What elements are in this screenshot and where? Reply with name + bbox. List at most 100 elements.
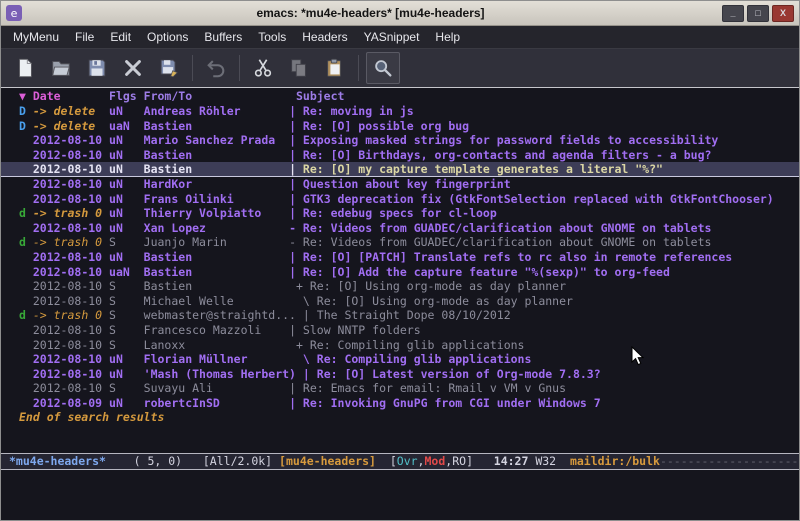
message-row[interactable]: d -> trash 0 uN Thierry Volpiatto | Re: … (1, 206, 799, 221)
date-cell: 2012-08-10 (33, 352, 109, 366)
svg-text:e: e (11, 7, 18, 20)
maximize-button[interactable]: □ (747, 5, 769, 22)
from-cell: Juanjo Marin (144, 235, 289, 249)
save-button[interactable] (81, 53, 113, 83)
flags-cell: uN (109, 192, 144, 206)
menu-tools[interactable]: Tools (250, 28, 294, 46)
close-button[interactable]: X (772, 5, 794, 22)
date-cell: 2012-08-10 (33, 148, 109, 162)
from-cell: Michael Welle (144, 294, 289, 308)
flags-cell: S (109, 308, 144, 322)
from-cell: HardKor (144, 177, 289, 191)
mark-cell (19, 381, 33, 395)
mark-cell: D (19, 119, 33, 133)
minimize-button[interactable]: _ (722, 5, 744, 22)
mark-cell (19, 396, 33, 410)
message-row[interactable]: 2012-08-10 S Michael Welle \ Re: [O] Usi… (1, 294, 799, 309)
echo-area[interactable] (1, 470, 799, 520)
message-row[interactable]: 2012-08-10 S Bastien + Re: [O] Using org… (1, 279, 799, 294)
mark-cell: d (19, 206, 33, 220)
paste-button[interactable] (319, 53, 351, 83)
message-row[interactable]: D -> delete uaN Bastien | Re: [O] possib… (1, 119, 799, 134)
spacer (61, 89, 109, 103)
week-number: W32 (528, 454, 570, 468)
sort-column-date: ▼ Date (19, 89, 61, 103)
menu-help[interactable]: Help (427, 28, 468, 46)
menu-yasnippet[interactable]: YASnippet (356, 28, 428, 46)
message-row[interactable]: 2012-08-10 uN Bastien | Re: [O] Birthday… (1, 148, 799, 163)
message-row[interactable]: 2012-08-10 uN Xan Lopez - Re: Videos fro… (1, 221, 799, 236)
subject-cell: Re: [O] Using org-mode as day planner (317, 294, 573, 308)
message-row[interactable]: 2012-08-10 uN Bastien | Re: [O] my captu… (1, 162, 799, 177)
tool-bar (1, 49, 799, 87)
message-row[interactable]: 2012-08-10 S Lanoxx + Re: Compiling glib… (1, 338, 799, 353)
message-row[interactable]: 2012-08-10 S Suvayu Ali | Re: Emacs for … (1, 381, 799, 396)
message-row[interactable]: 2012-08-10 uN HardKor | Question about k… (1, 177, 799, 192)
menu-buffers[interactable]: Buffers (196, 28, 250, 46)
flags-cell: S (109, 279, 144, 293)
thread-cell: | (289, 250, 303, 264)
menu-mymenu[interactable]: MyMenu (5, 28, 67, 46)
message-row[interactable]: 2012-08-10 uaN Bastien | Re: [O] Add the… (1, 265, 799, 280)
mark-cell (19, 367, 33, 381)
message-row[interactable]: d -> trash 0 S webmaster@straightd... | … (1, 308, 799, 323)
spacer (192, 89, 296, 103)
message-row[interactable]: d -> trash 0 S Juanjo Marin - Re: Videos… (1, 235, 799, 250)
subject-cell: Re: [O] Birthdays, org-contacts and agen… (303, 148, 712, 162)
undo-button[interactable] (200, 53, 232, 83)
toolbar-separator (358, 55, 359, 81)
clock: 14:27 (494, 454, 529, 468)
subject-cell: GTK3 deprecation fix (GtkFontSelection r… (303, 192, 774, 206)
thread-cell: | (289, 104, 303, 118)
mark-cell (19, 133, 33, 147)
open-file-button[interactable] (45, 53, 77, 83)
date-cell: 2012-08-10 (33, 162, 109, 176)
message-row[interactable]: 2012-08-10 uN Bastien | Re: [O] [PATCH] … (1, 250, 799, 265)
from-cell: Suvayu Ali (144, 381, 289, 395)
from-cell: Francesco Mazzoli (144, 323, 289, 337)
open-file-icon (50, 57, 72, 79)
subject-cell: Slow NNTP folders (303, 323, 421, 337)
message-row[interactable]: 2012-08-10 uN Frans Oilinki | GTK3 depre… (1, 192, 799, 207)
from-cell: webmaster@straightd... (144, 308, 303, 322)
menu-file[interactable]: File (67, 28, 102, 46)
new-file-button[interactable] (9, 53, 41, 83)
save-as-button[interactable] (153, 53, 185, 83)
date-cell: -> delete (33, 104, 109, 118)
from-cell: Andreas Röhler (144, 104, 289, 118)
menu-headers[interactable]: Headers (294, 28, 355, 46)
message-row[interactable]: 2012-08-09 uN robertcInSD | Re: Invoking… (1, 396, 799, 411)
title-bar[interactable]: e emacs: *mu4e-headers* [mu4e-headers] _… (1, 1, 799, 26)
close-buffer-button[interactable] (117, 53, 149, 83)
date-cell: 2012-08-10 (33, 221, 109, 235)
position-info: ( 5, 0) (106, 454, 203, 468)
message-row[interactable]: 2012-08-10 uN Mario Sanchez Prada | Expo… (1, 133, 799, 148)
mode-line-fill: ------------------------------ (660, 454, 799, 468)
mark-cell: d (19, 235, 33, 249)
message-row[interactable]: 2012-08-10 uN Florian Müllner \ Re: Comp… (1, 352, 799, 367)
date-cell: 2012-08-10 (33, 177, 109, 191)
mark-cell (19, 221, 33, 235)
toolbar-separator (192, 55, 193, 81)
from-cell: Bastien (144, 119, 289, 133)
read-only-flag: RO (452, 454, 466, 468)
message-row[interactable]: D -> delete uN Andreas Röhler | Re: movi… (1, 104, 799, 119)
subject-cell: Re: [O] possible org bug (303, 119, 469, 133)
date-cell: 2012-08-09 (33, 396, 109, 410)
message-row[interactable]: 2012-08-10 S Francesco Mazzoli | Slow NN… (1, 323, 799, 338)
cut-button[interactable] (247, 53, 279, 83)
flags-cell: S (109, 323, 144, 337)
subject-cell: Re: [O] Using org-mode as day planner (310, 279, 566, 293)
mark-cell (19, 265, 33, 279)
menu-edit[interactable]: Edit (102, 28, 139, 46)
maildir: maildir:/bulk (570, 454, 660, 468)
search-button[interactable] (366, 52, 400, 84)
from-cell: Thierry Volpiatto (144, 206, 289, 220)
thread-cell: | (289, 396, 303, 410)
copy-button[interactable] (283, 53, 315, 83)
menu-options[interactable]: Options (139, 28, 196, 46)
subject-cell: Question about key fingerprint (303, 177, 511, 191)
thread-cell: | (289, 177, 303, 191)
date-cell: 2012-08-10 (33, 338, 109, 352)
message-row[interactable]: 2012-08-10 uN 'Mash (Thomas Herbert) | R… (1, 367, 799, 382)
